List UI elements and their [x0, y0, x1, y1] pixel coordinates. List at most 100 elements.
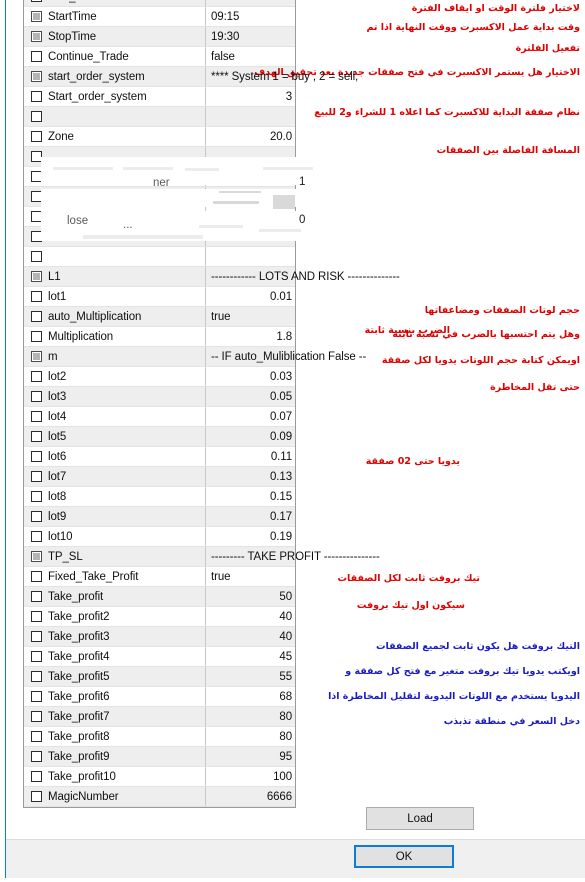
- row-checkbox[interactable]: [31, 0, 42, 2]
- table-row[interactable]: Take_profit8 80: [24, 727, 295, 747]
- row-checkbox[interactable]: [31, 411, 42, 422]
- row-checkbox[interactable]: [31, 331, 42, 342]
- row-checkbox[interactable]: [31, 651, 42, 662]
- row-checkbox[interactable]: [31, 11, 42, 22]
- table-row[interactable]: Zone 20.0: [24, 127, 295, 147]
- parameter-value-cell[interactable]: [205, 207, 297, 226]
- table-row[interactable]: lot9 0.17: [24, 507, 295, 527]
- table-row[interactable]: lot3 0.05: [24, 387, 295, 407]
- load-button[interactable]: Load: [366, 807, 474, 830]
- parameter-value-cell[interactable]: 40: [205, 627, 297, 646]
- row-checkbox[interactable]: [31, 611, 42, 622]
- parameter-value-cell[interactable]: [205, 247, 297, 266]
- row-checkbox[interactable]: [31, 711, 42, 722]
- parameter-value-cell[interactable]: ------------ LOTS AND RISK -------------…: [205, 267, 465, 286]
- table-row[interactable]: auto_Multiplication true: [24, 307, 295, 327]
- table-row[interactable]: [24, 107, 295, 127]
- parameter-value-cell[interactable]: 6666: [205, 787, 297, 806]
- table-row[interactable]: Take_profit5 55: [24, 667, 295, 687]
- parameter-value-cell[interactable]: 0.01: [205, 287, 297, 306]
- row-checkbox[interactable]: [31, 351, 42, 362]
- row-checkbox[interactable]: [31, 151, 42, 162]
- parameter-value-cell[interactable]: 0.09: [205, 427, 297, 446]
- parameter-value-cell[interactable]: 0.05: [205, 387, 297, 406]
- table-row[interactable]: filter_timefalse: [24, 0, 295, 7]
- table-row[interactable]: Take_profit3 40: [24, 627, 295, 647]
- row-checkbox[interactable]: [31, 391, 42, 402]
- row-checkbox[interactable]: [31, 371, 42, 382]
- row-checkbox[interactable]: [31, 51, 42, 62]
- table-row[interactable]: Take_profit4 45: [24, 647, 295, 667]
- parameter-value-cell[interactable]: 19:30: [205, 27, 297, 46]
- row-checkbox[interactable]: [31, 531, 42, 542]
- row-checkbox[interactable]: [31, 791, 42, 802]
- parameter-value-cell[interactable]: 0.11: [205, 447, 297, 466]
- table-row[interactable]: [24, 167, 295, 187]
- table-row[interactable]: lot2 0.03: [24, 367, 295, 387]
- parameter-value-cell[interactable]: --------- TAKE PROFIT ---------------: [205, 547, 465, 566]
- parameter-value-cell[interactable]: 55: [205, 667, 297, 686]
- table-row[interactable]: Take_profit10 100: [24, 767, 295, 787]
- table-row[interactable]: [24, 207, 295, 227]
- parameter-value-cell[interactable]: 1: [205, 187, 297, 206]
- parameter-value-cell[interactable]: 0: [205, 227, 297, 246]
- table-row[interactable]: StopTime 19:30: [24, 27, 295, 47]
- table-row[interactable]: [24, 147, 295, 167]
- parameter-value-cell[interactable]: true: [205, 307, 297, 326]
- table-row[interactable]: lot8 0.15: [24, 487, 295, 507]
- ok-button[interactable]: OK: [354, 845, 454, 868]
- table-row[interactable]: StartTime 09:15: [24, 7, 295, 27]
- table-row[interactable]: lot4 0.07: [24, 407, 295, 427]
- parameter-value-cell[interactable]: 0.13: [205, 467, 297, 486]
- parameter-value-cell[interactable]: 95: [205, 747, 297, 766]
- table-row[interactable]: Take_profit2 40: [24, 607, 295, 627]
- table-row[interactable]: close 0: [24, 227, 295, 247]
- table-row[interactable]: Take_profit9 95: [24, 747, 295, 767]
- parameter-value-cell[interactable]: 0.15: [205, 487, 297, 506]
- parameter-value-cell[interactable]: [205, 107, 297, 126]
- table-row[interactable]: lot1 0.01: [24, 287, 295, 307]
- table-row[interactable]: 1: [24, 187, 295, 207]
- parameter-value-cell[interactable]: false: [205, 47, 297, 66]
- table-row[interactable]: MagicNumber 6666: [24, 787, 295, 807]
- row-checkbox[interactable]: [31, 731, 42, 742]
- parameter-value-cell[interactable]: **** System 1 = buy , 2 = sell,: [205, 67, 465, 86]
- parameter-value-cell[interactable]: 80: [205, 727, 297, 746]
- table-row[interactable]: L1 ------------ LOTS AND RISK -----------…: [24, 267, 400, 287]
- row-checkbox[interactable]: [31, 171, 42, 182]
- row-checkbox[interactable]: [31, 191, 42, 202]
- parameter-value-cell[interactable]: 0.07: [205, 407, 297, 426]
- table-row[interactable]: lot10 0.19: [24, 527, 295, 547]
- parameter-value-cell[interactable]: 09:15: [205, 7, 297, 26]
- row-checkbox[interactable]: [31, 31, 42, 42]
- table-row[interactable]: start_order_system **** System 1 = buy , …: [24, 67, 358, 87]
- parameter-value-cell[interactable]: true: [205, 567, 297, 586]
- parameter-value-cell[interactable]: 0.17: [205, 507, 297, 526]
- row-checkbox[interactable]: [31, 251, 42, 262]
- row-checkbox[interactable]: [31, 311, 42, 322]
- parameter-value-cell[interactable]: 3: [205, 87, 297, 106]
- table-row[interactable]: Take_profit7 80: [24, 707, 295, 727]
- parameter-value-cell[interactable]: 40: [205, 607, 297, 626]
- row-checkbox[interactable]: [31, 751, 42, 762]
- table-row[interactable]: Continue_Trade false: [24, 47, 295, 67]
- row-checkbox[interactable]: [31, 511, 42, 522]
- row-checkbox[interactable]: [31, 691, 42, 702]
- row-checkbox[interactable]: [31, 211, 42, 222]
- parameter-value-cell[interactable]: 80: [205, 707, 297, 726]
- row-checkbox[interactable]: [31, 491, 42, 502]
- table-row[interactable]: lot7 0.13: [24, 467, 295, 487]
- table-row[interactable]: Multiplication 1.8: [24, 327, 295, 347]
- row-checkbox[interactable]: [31, 771, 42, 782]
- table-row[interactable]: Start_order_system 3: [24, 87, 295, 107]
- table-row[interactable]: Fixed_Take_Profit true: [24, 567, 295, 587]
- row-checkbox[interactable]: [31, 451, 42, 462]
- table-row[interactable]: Take_profit6 68: [24, 687, 295, 707]
- parameter-value-cell[interactable]: [205, 147, 297, 166]
- table-row[interactable]: m -- IF auto_Muliblication False --: [24, 347, 366, 367]
- parameter-value-cell[interactable]: 0.03: [205, 367, 297, 386]
- row-checkbox[interactable]: [31, 591, 42, 602]
- parameter-value-cell[interactable]: 0.19: [205, 527, 297, 546]
- row-checkbox[interactable]: [31, 91, 42, 102]
- table-row[interactable]: [24, 247, 295, 267]
